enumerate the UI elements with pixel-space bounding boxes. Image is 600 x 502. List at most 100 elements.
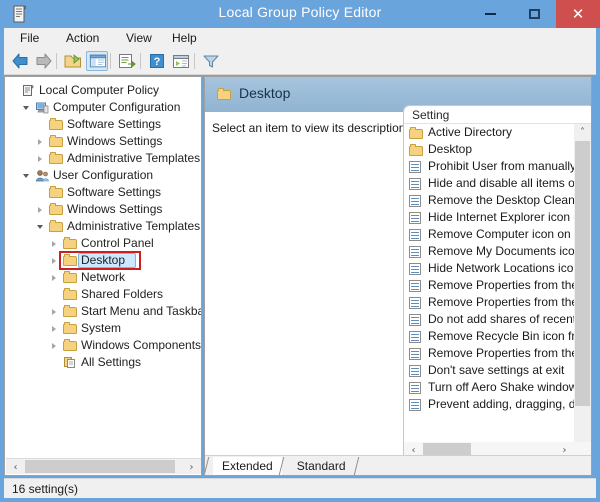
settings-list-row[interactable]: Remove the Desktop Cleanup W bbox=[404, 192, 574, 209]
expand-twisty-icon[interactable] bbox=[37, 150, 46, 167]
tree-item-user-configuration[interactable]: User Configuration bbox=[5, 167, 201, 184]
expand-twisty-icon[interactable] bbox=[51, 337, 60, 354]
expand-twisty-icon[interactable] bbox=[51, 269, 60, 286]
settings-list-row[interactable]: Remove Computer icon on the bbox=[404, 226, 574, 243]
tree-item-administrative-templates[interactable]: Administrative Templates bbox=[5, 150, 201, 167]
policy-setting-icon bbox=[409, 195, 421, 207]
settings-list-row-label: Don't save settings at exit bbox=[428, 363, 565, 377]
policy-setting-icon bbox=[409, 280, 421, 292]
settings-list-row[interactable]: Remove Properties from the Re bbox=[404, 345, 574, 362]
tree-item-windows-components[interactable]: Windows Components bbox=[5, 337, 201, 354]
menu-item-file[interactable]: File bbox=[16, 31, 43, 46]
settings-list-row[interactable]: Prevent adding, dragging, drop bbox=[404, 396, 574, 413]
folder-icon bbox=[49, 220, 63, 232]
settings-list-row[interactable]: Remove Properties from the Co bbox=[404, 277, 574, 294]
expand-twisty-icon[interactable] bbox=[51, 303, 60, 320]
policy-icon bbox=[21, 84, 35, 97]
collapse-twisty-icon[interactable] bbox=[23, 167, 32, 184]
settings-list-body[interactable]: Active Directory Desktop Prohibit User fro… bbox=[404, 124, 574, 439]
policy-setting-icon bbox=[409, 297, 421, 309]
settings-list-row[interactable]: Prohibit User from manually re bbox=[404, 158, 574, 175]
tree-item-label: Software Settings bbox=[67, 185, 162, 199]
expand-twisty-icon[interactable] bbox=[37, 201, 46, 218]
menu-item-view[interactable]: View bbox=[122, 31, 156, 46]
settings-list-row-label: Prohibit User from manually re bbox=[428, 159, 574, 173]
settings-list-row-label: Hide and disable all items on th bbox=[428, 176, 574, 190]
collapse-twisty-icon[interactable] bbox=[23, 99, 32, 116]
settings-list-row[interactable]: Don't save settings at exit bbox=[404, 362, 574, 379]
settings-list-row[interactable]: Remove Recycle Bin icon from bbox=[404, 328, 574, 345]
maximize-button[interactable] bbox=[512, 0, 556, 28]
tree-item-software-settings[interactable]: Software Settings bbox=[5, 116, 201, 133]
settings-list-row-label: Prevent adding, dragging, drop bbox=[428, 397, 574, 411]
folder-icon bbox=[49, 152, 63, 164]
show-hide-console-tree-icon[interactable] bbox=[86, 51, 108, 71]
tab-extended[interactable]: Extended bbox=[213, 457, 282, 475]
tree-item-label: Windows Settings bbox=[67, 134, 163, 148]
folder-icon bbox=[409, 144, 423, 156]
settings-list-pane[interactable]: Setting Active Directory Desktop Prohibit … bbox=[404, 106, 591, 458]
tree-item-control-panel[interactable]: Control Panel bbox=[5, 235, 201, 252]
tree-item-software-settings[interactable]: Software Settings bbox=[5, 184, 201, 201]
settings-list-row[interactable]: Desktop bbox=[404, 141, 574, 158]
tree-item-windows-settings[interactable]: Windows Settings bbox=[5, 201, 201, 218]
tree-item-label: Software Settings bbox=[67, 117, 162, 131]
tree-item-label: Network bbox=[81, 270, 126, 284]
settings-list-row[interactable]: Hide and disable all items on th bbox=[404, 175, 574, 192]
forward-icon[interactable] bbox=[32, 51, 54, 71]
tree-item-shared-folders[interactable]: Shared Folders bbox=[5, 286, 201, 303]
policy-setting-icon bbox=[409, 314, 421, 326]
tree-item-administrative-templates[interactable]: Administrative Templates bbox=[5, 218, 201, 235]
menu-item-help[interactable]: Help bbox=[168, 31, 201, 46]
tree-horizontal-scrollbar[interactable]: ‹ › bbox=[6, 458, 201, 474]
annotation-rectangle bbox=[59, 251, 141, 270]
expand-twisty-icon[interactable] bbox=[51, 320, 60, 337]
tree-item-local-computer-policy[interactable]: Local Computer Policy bbox=[5, 82, 201, 99]
svg-text:?: ? bbox=[154, 56, 161, 68]
tab-standard[interactable]: Standard bbox=[288, 457, 355, 475]
close-button[interactable]: ✕ bbox=[556, 0, 600, 28]
tree-item-network[interactable]: Network bbox=[5, 269, 201, 286]
tree-item-start-menu-and-taskbar[interactable]: Start Menu and Taskbar bbox=[5, 303, 201, 320]
settings-list-row-label: Desktop bbox=[428, 142, 473, 156]
tree-scroll-left-icon[interactable]: ‹ bbox=[7, 459, 24, 475]
settings-list-row[interactable]: Remove Properties from the Do bbox=[404, 294, 574, 311]
menu-bar: File Action View Help bbox=[4, 28, 596, 49]
scroll-up-icon[interactable]: ˄ bbox=[574, 124, 591, 141]
settings-list-row[interactable]: Hide Internet Explorer icon on bbox=[404, 209, 574, 226]
tree-scroll-right-icon[interactable]: › bbox=[183, 459, 200, 475]
tree-item-windows-settings[interactable]: Windows Settings bbox=[5, 133, 201, 150]
tree-item-computer-configuration[interactable]: Computer Configuration bbox=[5, 99, 201, 116]
back-icon[interactable] bbox=[10, 51, 32, 71]
collapse-twisty-icon[interactable] bbox=[37, 218, 46, 235]
folder-icon bbox=[63, 288, 77, 300]
console-tree-pane[interactable]: Local Computer Policy Computer Configurat… bbox=[4, 76, 202, 476]
menu-item-action[interactable]: Action bbox=[62, 31, 103, 46]
settings-list-header[interactable]: Setting bbox=[404, 106, 591, 124]
minimize-button[interactable] bbox=[468, 0, 512, 28]
tree-scroll-thumb[interactable] bbox=[25, 460, 175, 473]
help-icon[interactable]: ? bbox=[146, 51, 168, 71]
toolbar: ? bbox=[4, 48, 596, 75]
local-group-policy-editor-window: Local Group Policy Editor ✕ File Action Vi… bbox=[0, 0, 600, 502]
show-hide-action-pane-icon[interactable] bbox=[170, 51, 192, 71]
settings-list-row[interactable]: Remove My Documents icon o bbox=[404, 243, 574, 260]
status-bar: 16 setting(s) bbox=[4, 478, 596, 498]
settings-list-row[interactable]: Do not add shares of recently o bbox=[404, 311, 574, 328]
tree-item-label: Start Menu and Taskbar bbox=[81, 304, 202, 318]
settings-list-row[interactable]: Active Directory bbox=[404, 124, 574, 141]
policy-setting-icon bbox=[409, 348, 421, 360]
vertical-scroll-thumb[interactable] bbox=[575, 141, 590, 406]
column-header-setting[interactable]: Setting bbox=[412, 108, 449, 122]
filter-icon[interactable] bbox=[200, 51, 222, 71]
expand-twisty-icon[interactable] bbox=[37, 133, 46, 150]
settings-list-vertical-scrollbar[interactable]: ˄ ˅ bbox=[574, 124, 591, 458]
expand-twisty-icon[interactable] bbox=[51, 235, 60, 252]
tree-item-all-settings[interactable]: All Settings bbox=[5, 354, 201, 371]
settings-list-row[interactable]: Turn off Aero Shake window m bbox=[404, 379, 574, 396]
tree-item-system[interactable]: System bbox=[5, 320, 201, 337]
tree-item-label: Computer Configuration bbox=[53, 100, 181, 114]
export-list-icon[interactable] bbox=[116, 51, 138, 71]
up-folder-icon[interactable] bbox=[62, 51, 84, 71]
settings-list-row[interactable]: Hide Network Locations icon o bbox=[404, 260, 574, 277]
